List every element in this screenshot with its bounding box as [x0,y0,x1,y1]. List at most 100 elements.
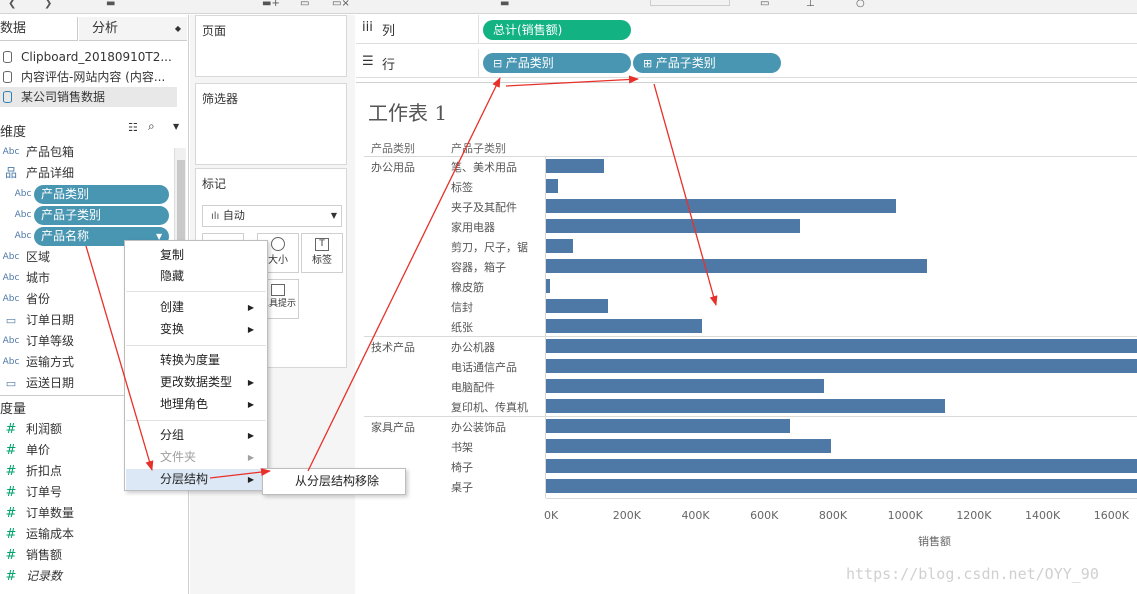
watermark: https://blog.csdn.net/OYY_90 [846,565,1099,583]
columns-pill[interactable]: 总计(销售额) [483,20,631,40]
expand-icon[interactable]: ⊞ [643,57,656,70]
tab-scroll-icon[interactable]: ◆ [175,17,181,41]
datasource-item[interactable]: 内容评估-网站内容 (内容... [0,67,180,87]
clear-icon[interactable]: ▭× [332,0,350,10]
save-icon[interactable]: ▬ [106,0,115,10]
menu-item-label: 地理角色 [160,397,209,411]
datasource-item-active[interactable]: 某公司销售数据 [0,87,177,107]
dimension-field[interactable]: 品产品详细 [0,163,176,184]
bar-mark[interactable] [546,159,605,173]
menu-item-change-data-type[interactable]: 更改数据类型 ▶ [126,372,266,393]
submenu-arrow-icon: ▶ [247,475,254,484]
forward-icon[interactable]: ❯ [44,0,52,10]
measure-field[interactable]: # 订单数量 [0,503,176,524]
tab-analysis[interactable]: 分析 ◆ [79,17,187,41]
menu-separator [126,345,266,346]
chevron-down-icon: ▼ [330,211,337,220]
bar-mark[interactable] [546,299,608,313]
number-type-icon: # [5,485,17,500]
dimension-field[interactable]: Abc 产品包箱 [0,142,176,163]
list-view-icon[interactable]: ☷ [128,121,138,134]
back-icon[interactable]: ❮ [8,0,16,10]
sort-icon[interactable]: ▬ [500,0,509,10]
submenu-arrow-icon: ▶ [247,325,254,334]
subcategory-label: 办公机器 [451,341,495,354]
search-icon[interactable]: ⌕ [148,119,155,134]
present-icon[interactable]: ▭ [760,0,769,10]
number-type-icon: # [5,506,17,521]
bar-mark[interactable] [546,199,897,213]
bar-mark[interactable] [546,479,1137,493]
field-label: 产品名称 [41,229,90,243]
dimension-field-selected[interactable]: Abc 产品类别 [0,184,176,205]
bar-mark[interactable] [546,439,832,453]
filters-card[interactable]: 筛选器 [195,83,347,165]
columns-label: 列 [382,24,396,39]
menu-item-transform[interactable]: 变换 ▶ [126,319,266,340]
subcategory-label: 桌子 [451,481,473,494]
columns-shelf[interactable]: iii 列 总计(销售额) [356,15,1137,44]
label-button[interactable]: T 标签 [301,233,343,273]
rows-pill-subcategory[interactable]: ⊞ 产品子类别 [633,53,781,73]
x-tick-label: 200K [612,509,641,522]
field-dropdown-icon[interactable]: ▼ [156,226,162,247]
field-label: 记录数 [26,569,63,583]
calendar-icon: ▭ [5,377,17,390]
new-sheet-icon[interactable]: ▬+ [262,0,280,10]
label-icon: T [315,238,329,251]
subcategory-label: 夹子及其配件 [451,201,517,214]
x-tick-label: 1200K [956,509,992,522]
bar-mark[interactable] [546,179,559,193]
collapse-icon[interactable]: ⊟ [493,57,506,70]
measure-field[interactable]: # 销售额 [0,545,176,566]
pages-title: 页面 [202,24,227,38]
menu-item-label: 复制 [160,248,185,262]
menu-item-label: 创建 [160,300,185,314]
field-label: 订单日期 [26,313,75,327]
dimension-field-selected[interactable]: Abc 产品子类别 [0,205,176,226]
number-type-icon: # [5,443,17,458]
duplicate-icon[interactable]: ▭ [300,0,309,10]
pages-card[interactable]: 页面 [195,15,347,77]
pin-icon[interactable]: ⊥ [806,0,815,10]
bar-mark[interactable] [546,399,945,413]
menu-item-create[interactable]: 创建 ▶ [126,297,266,318]
info-icon[interactable]: ○ [856,0,865,10]
datasource-item[interactable]: Clipboard_20180910T2... [0,47,180,67]
bar-mark[interactable] [546,359,1137,373]
fit-dropdown[interactable] [650,0,730,6]
menu-item-group[interactable]: 分组 ▶ [126,425,266,446]
bar-mark[interactable] [546,379,825,393]
chevron-down-icon[interactable]: ▼ [173,122,179,131]
bar-mark[interactable] [546,239,574,253]
database-active-icon [3,91,12,103]
bar-mark[interactable] [546,319,703,333]
menu-item-geographic-role[interactable]: 地理角色 ▶ [126,394,266,415]
string-type-icon: Abc [2,336,20,346]
menu-item-hierarchy[interactable]: 分层结构 ▶ [126,469,266,490]
menu-item-hide[interactable]: 隐藏 [126,266,266,287]
menu-item-copy[interactable]: 复制 [126,245,266,266]
bar-mark[interactable] [546,459,1137,473]
rows-shelf[interactable]: ☰ 行 ⊟ 产品类别 ⊞ 产品子类别 [356,49,1137,78]
x-axis-label: 销售额 [918,535,951,548]
tab-data[interactable]: 数据 [0,17,78,41]
field-label: 产品子类别 [41,208,102,222]
rows-pill-category[interactable]: ⊟ 产品类别 [483,53,631,73]
menu-item-remove-from-hierarchy[interactable]: 从分层结构移除 [263,469,405,494]
subcategory-label: 书架 [451,441,473,454]
number-type-icon: # [5,548,17,563]
measure-field[interactable]: # 记录数 [0,566,176,587]
subcategory-label: 椅子 [451,461,473,474]
measure-field[interactable]: # 运输成本 [0,524,176,545]
bar-mark[interactable] [546,339,1137,353]
size-icon [271,237,285,251]
field-label: 产品类别 [41,187,90,201]
bar-mark[interactable] [546,259,928,273]
bar-mark[interactable] [546,419,790,433]
number-type-icon: # [5,569,17,584]
bar-mark[interactable] [546,279,551,293]
bar-mark[interactable] [546,219,801,233]
menu-item-convert-to-measure[interactable]: 转换为度量 [126,350,266,371]
marks-type-dropdown[interactable]: ılı 自动 ▼ [202,205,342,227]
